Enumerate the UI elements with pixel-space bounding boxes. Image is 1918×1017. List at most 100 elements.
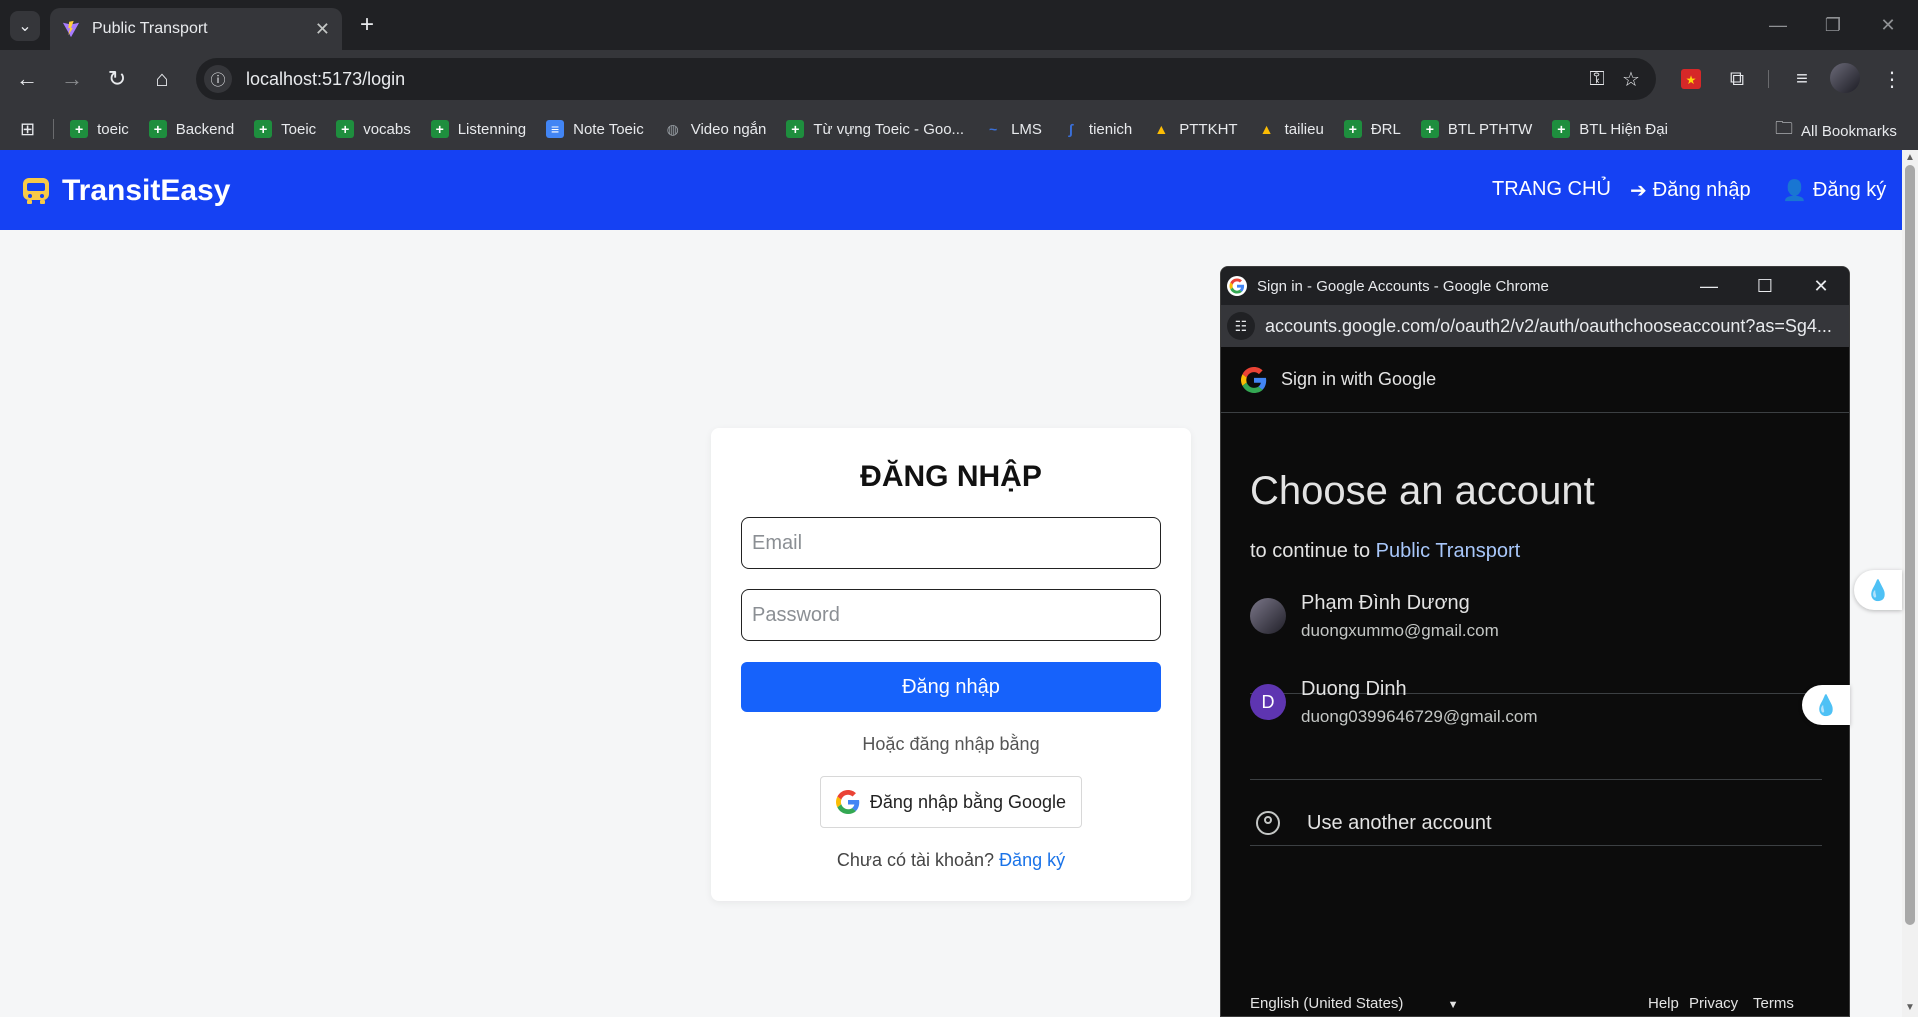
bookmark-item[interactable]: + ĐRL [1343,120,1401,138]
password-input[interactable] [741,589,1161,641]
account-item[interactable]: Phạm Đình Dương duongxummo@gmail.com [1250,573,1822,659]
bookmark-item[interactable]: ▲ PTTKHT [1152,120,1237,138]
user-plus-icon: 👤 [1782,180,1807,202]
or-login-with: Hoặc đăng nhập bằng [862,734,1040,754]
extension-flag-icon[interactable]: ★ [1674,62,1708,96]
popup-address-bar[interactable]: ☷ accounts.google.com/o/oauth2/v2/auth/o… [1221,305,1849,347]
apps-grid-icon[interactable]: ⊞ [20,119,35,140]
tab-search-button[interactable]: ⌄ [10,11,40,41]
bookmark-label: PTTKHT [1179,120,1238,138]
sheets-icon: + [786,120,805,138]
bookmark-label: Backend [175,120,235,138]
restore-icon[interactable]: ❐ [1815,10,1851,40]
toolbar-divider [1768,70,1769,88]
account-avatar [1250,598,1286,634]
bookmark-label: tailieu [1284,120,1324,138]
nav-register[interactable]: 👤 Đăng ký [1782,178,1886,203]
bookmark-item[interactable]: + Listenning [430,120,526,138]
site-settings-icon[interactable]: ☷ [1227,312,1255,340]
popup-window-title: Sign in - Google Accounts - Google Chrom… [1257,277,1549,295]
close-tab-icon[interactable]: ✕ [315,19,330,40]
reload-icon[interactable]: ↻ [100,62,134,96]
terms-link[interactable]: Terms [1753,995,1794,1012]
gsi-header: Sign in with Google [1221,347,1849,413]
bookmark-item[interactable]: + toeic [70,120,129,138]
profile-avatar[interactable] [1830,63,1860,93]
chrome-menu-icon[interactable]: ⋮ [1875,62,1909,96]
login-button[interactable]: Đăng nhập [741,662,1161,712]
google-icon [835,790,860,814]
media-control-icon[interactable]: ≡ [1785,62,1819,96]
bookmark-item[interactable]: + Từ vựng Toeic - Goo... [786,120,964,138]
bookmark-label: LMS [1011,120,1042,138]
sheets-icon: + [1552,120,1571,138]
bookmark-item[interactable]: ◍ Video ngắn [664,120,767,138]
language-selector[interactable]: English (United States) ▼ [1250,995,1458,1012]
bookmark-item[interactable]: ~ LMS [984,120,1042,138]
google-login-button[interactable]: Đăng nhập bằng Google [820,776,1082,828]
popup-minimize-icon[interactable]: — [1681,267,1737,305]
bookmark-item[interactable]: + vocabs [336,120,411,138]
bookmark-star-icon[interactable]: ☆ [1614,67,1648,92]
sheets-icon: + [1420,120,1439,138]
bus-icon [23,178,49,204]
popup-maximize-icon[interactable]: ☐ [1737,267,1793,305]
site-info-icon[interactable]: ⓘ [204,65,232,93]
browser-tab[interactable]: Public Transport ✕ [50,8,342,50]
signup-link[interactable]: Đăng ký [999,850,1065,870]
bookmark-label: Video ngắn [690,120,767,138]
account-divider [1250,845,1822,846]
login-title: ĐĂNG NHẬP [860,460,1042,493]
flag-extension-icon: ★ [1681,69,1701,89]
scroll-down-icon[interactable]: ▼ [1902,1002,1918,1016]
address-url[interactable]: localhost:5173/login [246,69,1580,90]
use-another-account[interactable]: Use another account [1250,790,1822,856]
privacy-link[interactable]: Privacy [1689,995,1738,1012]
extensions-puzzle-icon[interactable]: ⧉ [1720,62,1754,96]
bookmark-label: toeic [97,120,129,138]
bookmark-item[interactable]: ∫ tienich [1062,120,1132,138]
signup-prompt: Chưa có tài khoản? Đăng ký [711,850,1191,871]
new-tab-button[interactable]: + [352,10,382,40]
password-key-icon[interactable]: ⚿ [1580,68,1614,91]
google-logo-icon [1241,366,1267,393]
continue-app-link[interactable]: Public Transport [1376,540,1521,562]
address-bar[interactable]: ⓘ localhost:5173/login ⚿ ☆ [196,58,1656,100]
bookmark-label: vocabs [363,120,411,138]
back-icon[interactable]: ← [10,62,44,96]
bookmark-item[interactable]: + Backend [148,120,235,138]
google-g-icon [1227,276,1247,296]
popup-url[interactable]: accounts.google.com/o/oauth2/v2/auth/oau… [1265,316,1832,337]
language-label: English (United States) [1250,995,1404,1012]
popup-close-icon[interactable]: ✕ [1793,267,1849,305]
bookmark-item[interactable]: + Toeic [254,120,316,138]
all-bookmarks-label: All Bookmarks [1801,122,1897,140]
close-window-icon[interactable]: ✕ [1870,10,1906,40]
nav-home-label: TRANG CHỦ [1492,178,1611,200]
scroll-thumb[interactable] [1905,165,1915,925]
globe-icon: ◍ [666,120,679,137]
bookmark-item[interactable]: ≡ Note Toeic [546,120,644,138]
minimize-icon[interactable]: — [1760,10,1796,40]
water-drop-extension-icon[interactable]: 💧 [1854,570,1902,610]
brand-logo[interactable]: TransitEasy [20,174,230,208]
water-drop-extension-icon[interactable]: 💧 [1802,685,1850,725]
sheets-icon: + [1343,120,1362,138]
nav-home[interactable]: TRANG CHỦ [1492,178,1611,201]
scroll-up-icon[interactable]: ▲ [1902,152,1918,166]
bookmark-item[interactable]: + BTL Hiện Đại [1552,120,1668,138]
bookmark-item[interactable]: + BTL PTHTW [1420,120,1532,138]
browser-toolbar: ← → ↻ ⌂ ⓘ localhost:5173/login ⚿ ☆ ★ ⧉ ≡… [0,50,1918,108]
bookmark-item[interactable]: ▲ tailieu [1258,120,1324,138]
nav-login[interactable]: ➔ Đăng nhập [1630,178,1751,203]
account-name: Duong Dinh [1301,677,1407,700]
home-icon[interactable]: ⌂ [145,62,179,96]
account-item[interactable]: D Duong Dinh duong0399646729@gmail.com [1250,659,1822,745]
all-bookmarks[interactable]: 🗀 All Bookmarks [1775,116,1897,146]
sheets-icon: + [430,120,449,138]
nav-register-label: Đăng ký [1812,179,1887,201]
help-link[interactable]: Help [1648,995,1679,1012]
email-input[interactable] [741,517,1161,569]
account-email: duong0399646729@gmail.com [1301,706,1538,726]
forward-icon[interactable]: → [55,62,89,96]
